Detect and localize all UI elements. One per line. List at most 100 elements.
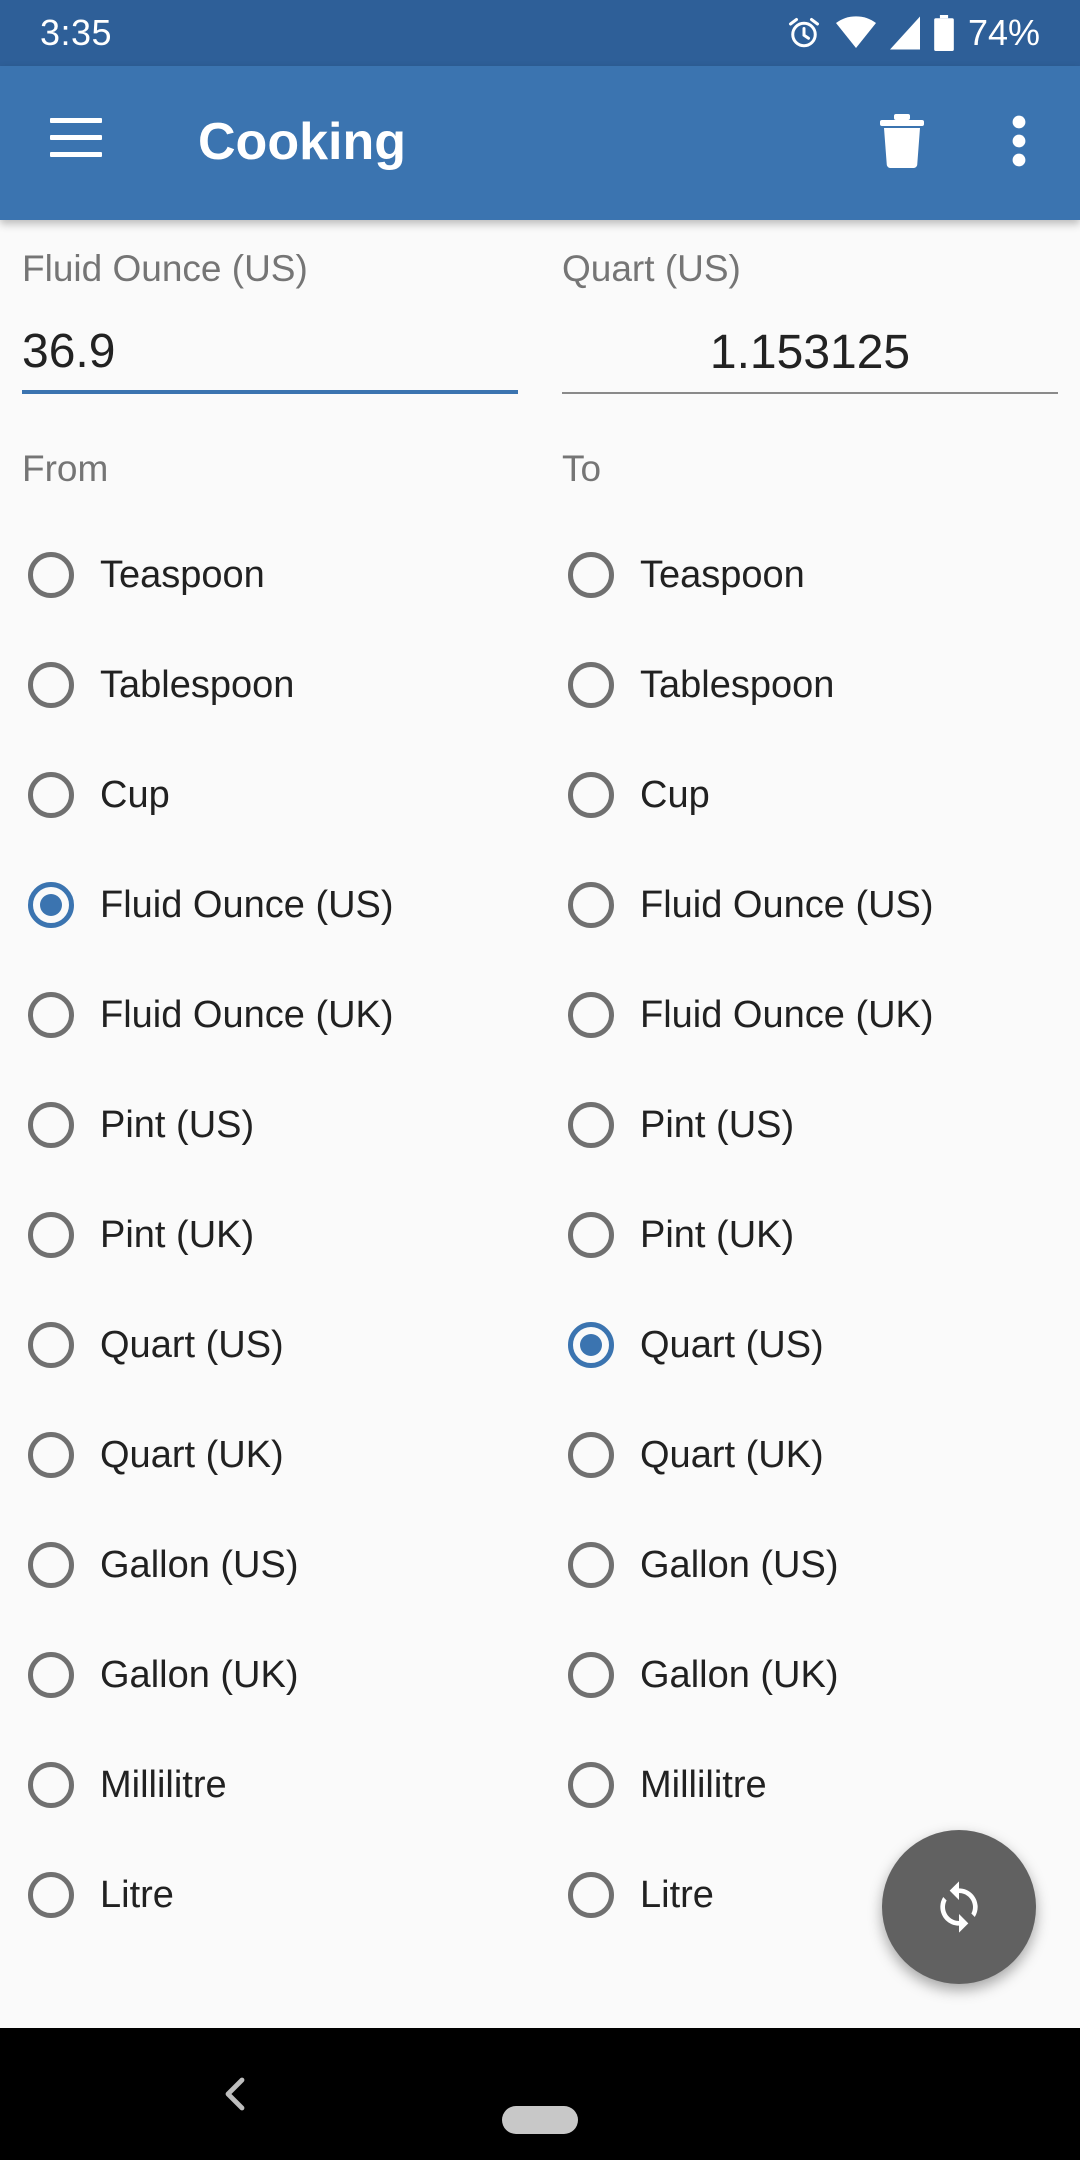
more-options-button[interactable]: [1007, 114, 1031, 173]
status-time: 3:35: [40, 12, 113, 53]
radio-icon[interactable]: [28, 1872, 74, 1918]
from-option-10[interactable]: Gallon (UK): [22, 1620, 518, 1730]
radio-icon[interactable]: [568, 1432, 614, 1478]
to-option-9[interactable]: Gallon (US): [562, 1510, 1058, 1620]
from-option-9[interactable]: Gallon (US): [22, 1510, 518, 1620]
menu-button[interactable]: [50, 118, 102, 164]
from-section-label: From: [22, 448, 109, 489]
radio-icon[interactable]: [568, 1872, 614, 1918]
option-label: Gallon (US): [640, 1543, 839, 1586]
to-option-1[interactable]: Tablespoon: [562, 630, 1058, 740]
option-label: Litre: [100, 1873, 174, 1916]
option-label: Cup: [640, 773, 710, 816]
radio-icon[interactable]: [28, 772, 74, 818]
from-value-input[interactable]: [22, 312, 518, 394]
radio-icon[interactable]: [568, 1322, 614, 1368]
option-label: Litre: [640, 1873, 714, 1916]
option-label: Pint (US): [640, 1103, 795, 1146]
from-option-5[interactable]: Pint (US): [22, 1070, 518, 1180]
radio-icon[interactable]: [568, 1652, 614, 1698]
to-option-10[interactable]: Gallon (UK): [562, 1620, 1058, 1730]
status-icons: 74%: [786, 12, 1040, 54]
from-unit-options: Teaspoon Tablespoon Cup Fluid Ounce (US) Flu…: [22, 520, 518, 1950]
option-label: Gallon (UK): [100, 1653, 299, 1696]
option-label: Teaspoon: [100, 553, 265, 596]
to-value-input[interactable]: [562, 312, 1058, 394]
radio-icon[interactable]: [568, 992, 614, 1038]
option-label: Quart (US): [100, 1323, 284, 1366]
app-bar: Cooking: [0, 66, 1080, 220]
radio-icon[interactable]: [568, 1762, 614, 1808]
radio-icon[interactable]: [28, 1212, 74, 1258]
to-option-7[interactable]: Quart (US): [562, 1290, 1058, 1400]
radio-icon[interactable]: [568, 1212, 614, 1258]
from-option-8[interactable]: Quart (UK): [22, 1400, 518, 1510]
option-label: Quart (UK): [640, 1433, 824, 1476]
option-label: Pint (UK): [100, 1213, 255, 1256]
to-option-2[interactable]: Cup: [562, 740, 1058, 850]
to-option-3[interactable]: Fluid Ounce (US): [562, 850, 1058, 960]
radio-icon[interactable]: [568, 1542, 614, 1588]
radio-icon[interactable]: [28, 552, 74, 598]
option-label: Fluid Ounce (UK): [100, 993, 394, 1036]
to-option-5[interactable]: Pint (US): [562, 1070, 1058, 1180]
radio-icon[interactable]: [568, 772, 614, 818]
menu-icon: [50, 118, 102, 157]
from-option-4[interactable]: Fluid Ounce (UK): [22, 960, 518, 1070]
home-pill-icon[interactable]: [502, 2106, 578, 2134]
option-label: Millilitre: [640, 1763, 767, 1806]
radio-icon[interactable]: [28, 1542, 74, 1588]
from-option-1[interactable]: Tablespoon: [22, 630, 518, 740]
battery-percent: 74%: [967, 12, 1040, 53]
converter-content: Fluid Ounce (US) From Teaspoon Tablespoon…: [0, 220, 1080, 2028]
from-option-12[interactable]: Litre: [22, 1840, 518, 1950]
to-option-0[interactable]: Teaspoon: [562, 520, 1058, 630]
alarm-icon: [788, 18, 819, 48]
option-label: Gallon (US): [100, 1543, 299, 1586]
radio-icon[interactable]: [28, 882, 74, 928]
radio-icon[interactable]: [28, 1432, 74, 1478]
option-label: Pint (UK): [640, 1213, 795, 1256]
to-option-11[interactable]: Millilitre: [562, 1730, 1058, 1840]
from-option-11[interactable]: Millilitre: [22, 1730, 518, 1840]
radio-icon[interactable]: [568, 882, 614, 928]
more-vert-icon: [1012, 115, 1026, 167]
option-label: Fluid Ounce (UK): [640, 993, 934, 1036]
status-bar: 3:35 74%: [0, 0, 1080, 66]
swap-icon: [940, 1881, 978, 1933]
radio-icon[interactable]: [28, 1652, 74, 1698]
delete-icon: [880, 114, 924, 169]
option-label: Quart (UK): [100, 1433, 284, 1476]
radio-icon[interactable]: [568, 1102, 614, 1148]
radio-icon[interactable]: [28, 662, 74, 708]
option-label: Teaspoon: [640, 553, 805, 596]
radio-icon[interactable]: [568, 552, 614, 598]
to-unit-label: Quart (US): [562, 248, 741, 289]
signal-icon: [889, 16, 920, 50]
nav-back-button[interactable]: [222, 2076, 248, 2117]
delete-button[interactable]: [880, 114, 924, 173]
to-option-8[interactable]: Quart (UK): [562, 1400, 1058, 1510]
from-option-7[interactable]: Quart (US): [22, 1290, 518, 1400]
from-option-3[interactable]: Fluid Ounce (US): [22, 850, 518, 960]
radio-icon[interactable]: [28, 1322, 74, 1368]
option-label: Gallon (UK): [640, 1653, 839, 1696]
battery-icon: [934, 15, 954, 51]
to-option-4[interactable]: Fluid Ounce (UK): [562, 960, 1058, 1070]
option-label: Fluid Ounce (US): [100, 883, 394, 926]
to-option-6[interactable]: Pint (UK): [562, 1180, 1058, 1290]
radio-icon[interactable]: [28, 992, 74, 1038]
to-section-label: To: [562, 448, 602, 489]
from-option-0[interactable]: Teaspoon: [22, 520, 518, 630]
radio-icon[interactable]: [28, 1102, 74, 1148]
app-title: Cooking: [198, 113, 406, 171]
radio-icon[interactable]: [28, 1762, 74, 1808]
option-label: Tablespoon: [640, 663, 835, 706]
navigation-bar: [0, 2028, 1080, 2160]
from-option-6[interactable]: Pint (UK): [22, 1180, 518, 1290]
swap-units-button[interactable]: [882, 1830, 1036, 1984]
radio-icon[interactable]: [568, 662, 614, 708]
option-label: Pint (US): [100, 1103, 255, 1146]
wifi-icon: [835, 16, 876, 48]
from-option-2[interactable]: Cup: [22, 740, 518, 850]
